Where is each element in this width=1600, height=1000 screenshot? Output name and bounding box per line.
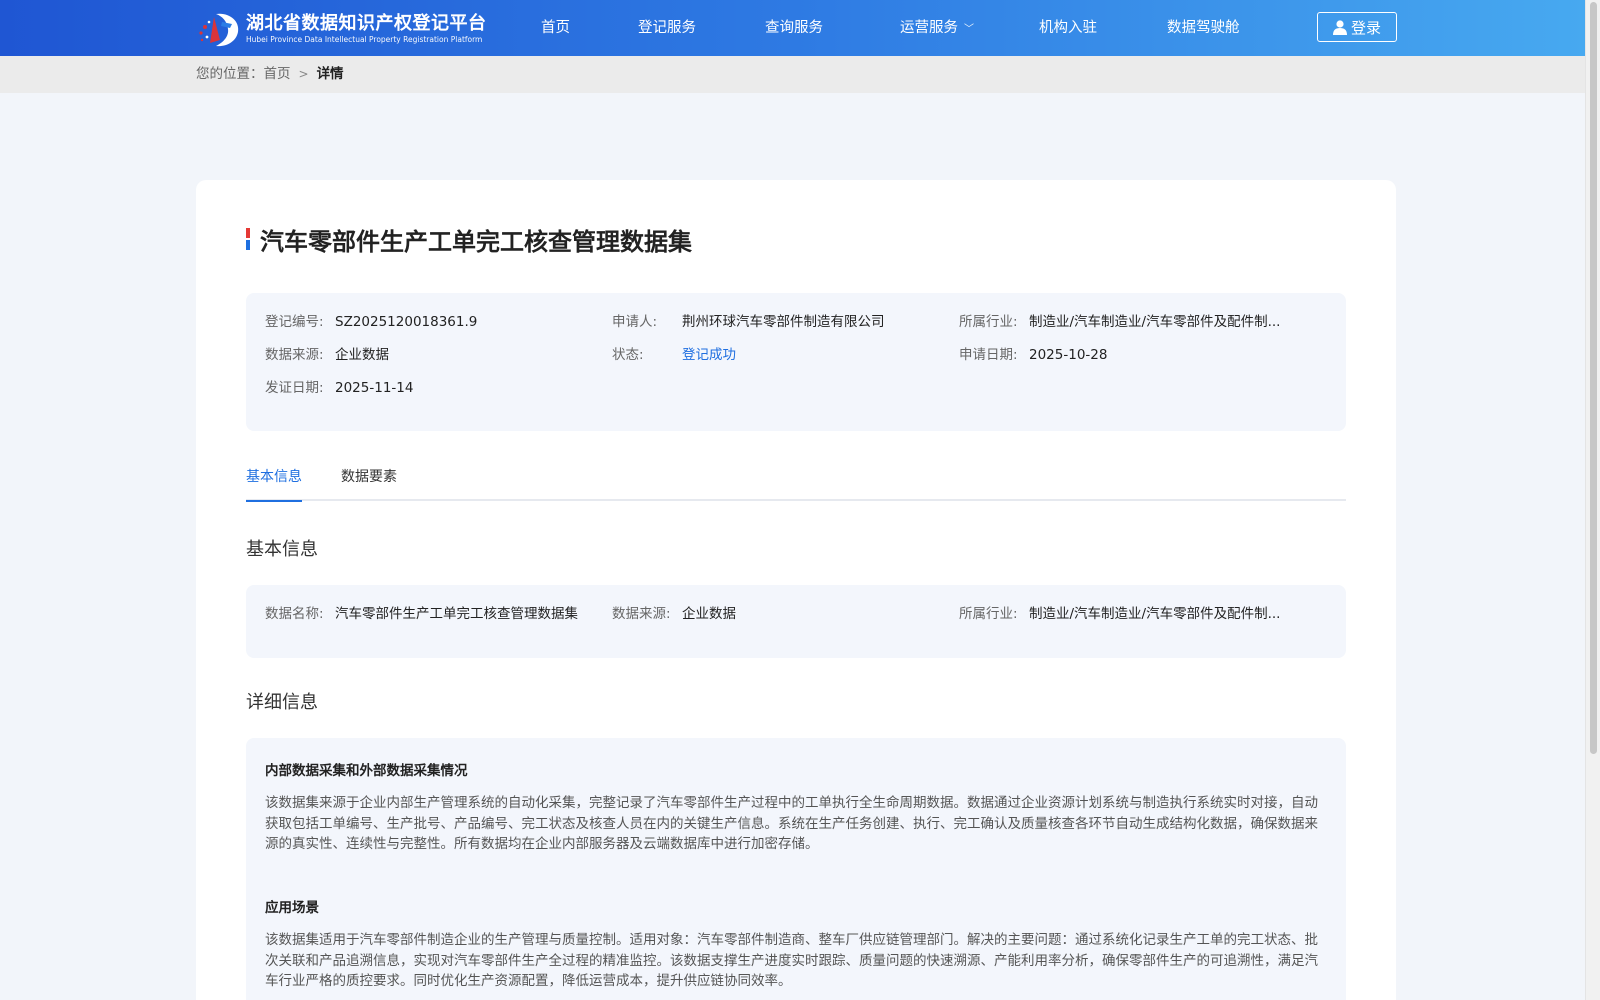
field-basic-source: 数据来源: 企业数据: [612, 604, 736, 624]
field-source-label: 数据来源:: [265, 347, 324, 363]
page-title: 汽车零部件生产工单完工核查管理数据集: [260, 227, 692, 256]
field-reg-no-value: SZ2025120018361.9: [335, 314, 478, 330]
detail-info-heading: 详细信息: [246, 692, 318, 713]
breadcrumb-prefix: 您的位置：: [196, 66, 264, 82]
nav-data-cockpit[interactable]: 数据驾驶舱: [1167, 0, 1240, 56]
breadcrumb-current: 详情: [316, 66, 344, 82]
field-applicant-value: 荆州环球汽车零部件制造有限公司: [682, 314, 885, 330]
summary-info-box: 登记编号: SZ2025120018361.9 申请人: 荆州环球汽车零部件制造…: [246, 293, 1346, 431]
scrollbar-thumb[interactable]: [1590, 2, 1597, 754]
field-industry-label: 所属行业:: [959, 314, 1018, 330]
user-icon: [1332, 19, 1347, 35]
field-basic-source-label: 数据来源:: [612, 606, 671, 622]
logo-title: 湖北省数据知识产权登记平台: [246, 13, 487, 34]
field-data-name-label: 数据名称:: [265, 606, 324, 622]
title-row: 汽车零部件生产工单完工核查管理数据集: [246, 222, 692, 256]
field-reg-no: 登记编号: SZ2025120018361.9: [265, 312, 477, 332]
field-applicant: 申请人: 荆州环球汽车零部件制造有限公司: [612, 312, 885, 332]
nav-operation-service-label: 运营服务: [900, 20, 958, 36]
chevron-down-icon: ﹀: [964, 24, 974, 35]
chevron-right-icon: >: [298, 67, 309, 81]
nav-home[interactable]: 首页: [541, 0, 570, 56]
field-reg-no-label: 登记编号:: [265, 314, 324, 330]
page: 湖北省数据知识产权登记平台 Hubei Province Data Intell…: [0, 0, 1600, 1000]
nav-institution-entry[interactable]: 机构入驻: [1039, 0, 1097, 56]
field-basic-industry-value: 制造业/汽车制造业/汽车零部件及配件制...: [1029, 606, 1281, 622]
breadcrumb: 您的位置：首页 > 详情: [196, 56, 344, 93]
field-applicant-label: 申请人:: [612, 314, 658, 330]
login-button[interactable]: 登录: [1317, 12, 1397, 42]
login-label: 登录: [1350, 18, 1381, 37]
field-apply-date-label: 申请日期:: [959, 347, 1018, 363]
field-apply-date-value: 2025-10-28: [1029, 347, 1108, 363]
collection-section-text: 该数据集来源于企业内部生产管理系统的自动化采集，完整记录了汽车零部件生产过程中的…: [265, 795, 1318, 852]
field-data-name: 数据名称: 汽车零部件生产工单完工核查管理数据集: [265, 604, 578, 624]
field-industry: 所属行业: 制造业/汽车制造业/汽车零部件及配件制...: [959, 312, 1280, 332]
scenario-section-title: 应用场景: [265, 900, 319, 916]
field-issue-date-label: 发证日期:: [265, 380, 324, 396]
field-data-name-value: 汽车零部件生产工单完工核查管理数据集: [335, 606, 578, 622]
nav-operation-service[interactable]: 运营服务 ﹀: [900, 0, 974, 56]
breadcrumb-home-link[interactable]: 首页: [264, 66, 291, 82]
platform-logo[interactable]: 湖北省数据知识产权登记平台 Hubei Province Data Intell…: [196, 10, 487, 48]
field-status-label: 状态:: [612, 347, 644, 363]
title-accent-icon: [246, 228, 250, 250]
field-industry-value: 制造业/汽车制造业/汽车零部件及配件制...: [1029, 314, 1281, 330]
field-source: 数据来源: 企业数据: [265, 345, 389, 365]
detail-info-box: 内部数据采集和外部数据采集情况 该数据集来源于企业内部生产管理系统的自动化采集，…: [246, 738, 1346, 1000]
field-status: 状态: 登记成功: [612, 345, 736, 365]
field-source-value: 企业数据: [335, 347, 389, 363]
tab-data-elements[interactable]: 数据要素: [341, 463, 397, 501]
collection-section-title: 内部数据采集和外部数据采集情况: [265, 763, 468, 779]
tab-basic-info[interactable]: 基本信息: [246, 463, 302, 502]
detail-tabs: 基本信息 数据要素: [246, 463, 1346, 502]
field-basic-source-value: 企业数据: [682, 606, 736, 622]
logo-subtitle: Hubei Province Data Intellectual Propert…: [246, 35, 483, 44]
field-issue-date: 发证日期: 2025-11-14: [265, 378, 413, 398]
field-apply-date: 申请日期: 2025-10-28: [959, 345, 1107, 365]
field-basic-industry: 所属行业: 制造业/汽车制造业/汽车零部件及配件制...: [959, 604, 1280, 624]
scenario-section-text: 该数据集适用于汽车零部件制造企业的生产管理与质量控制。适用对象：汽车零部件制造商…: [265, 932, 1318, 989]
field-basic-industry-label: 所属行业:: [959, 606, 1018, 622]
breadcrumb-bar: 您的位置：首页 > 详情: [0, 56, 1585, 93]
status-badge: 登记成功: [682, 347, 736, 363]
basic-info-box: 数据名称: 汽车零部件生产工单完工核查管理数据集 数据来源: 企业数据 所属行业…: [246, 585, 1346, 658]
field-issue-date-value: 2025-11-14: [335, 380, 414, 396]
nav-query-service[interactable]: 查询服务: [765, 0, 823, 56]
nav-registration-service[interactable]: 登记服务: [638, 0, 696, 56]
logo-emblem-icon: [196, 10, 242, 48]
basic-info-heading: 基本信息: [246, 539, 318, 560]
top-header: 湖北省数据知识产权登记平台 Hubei Province Data Intell…: [0, 0, 1585, 56]
detail-card: 汽车零部件生产工单完工核查管理数据集 登记编号: SZ2025120018361…: [196, 180, 1396, 1000]
